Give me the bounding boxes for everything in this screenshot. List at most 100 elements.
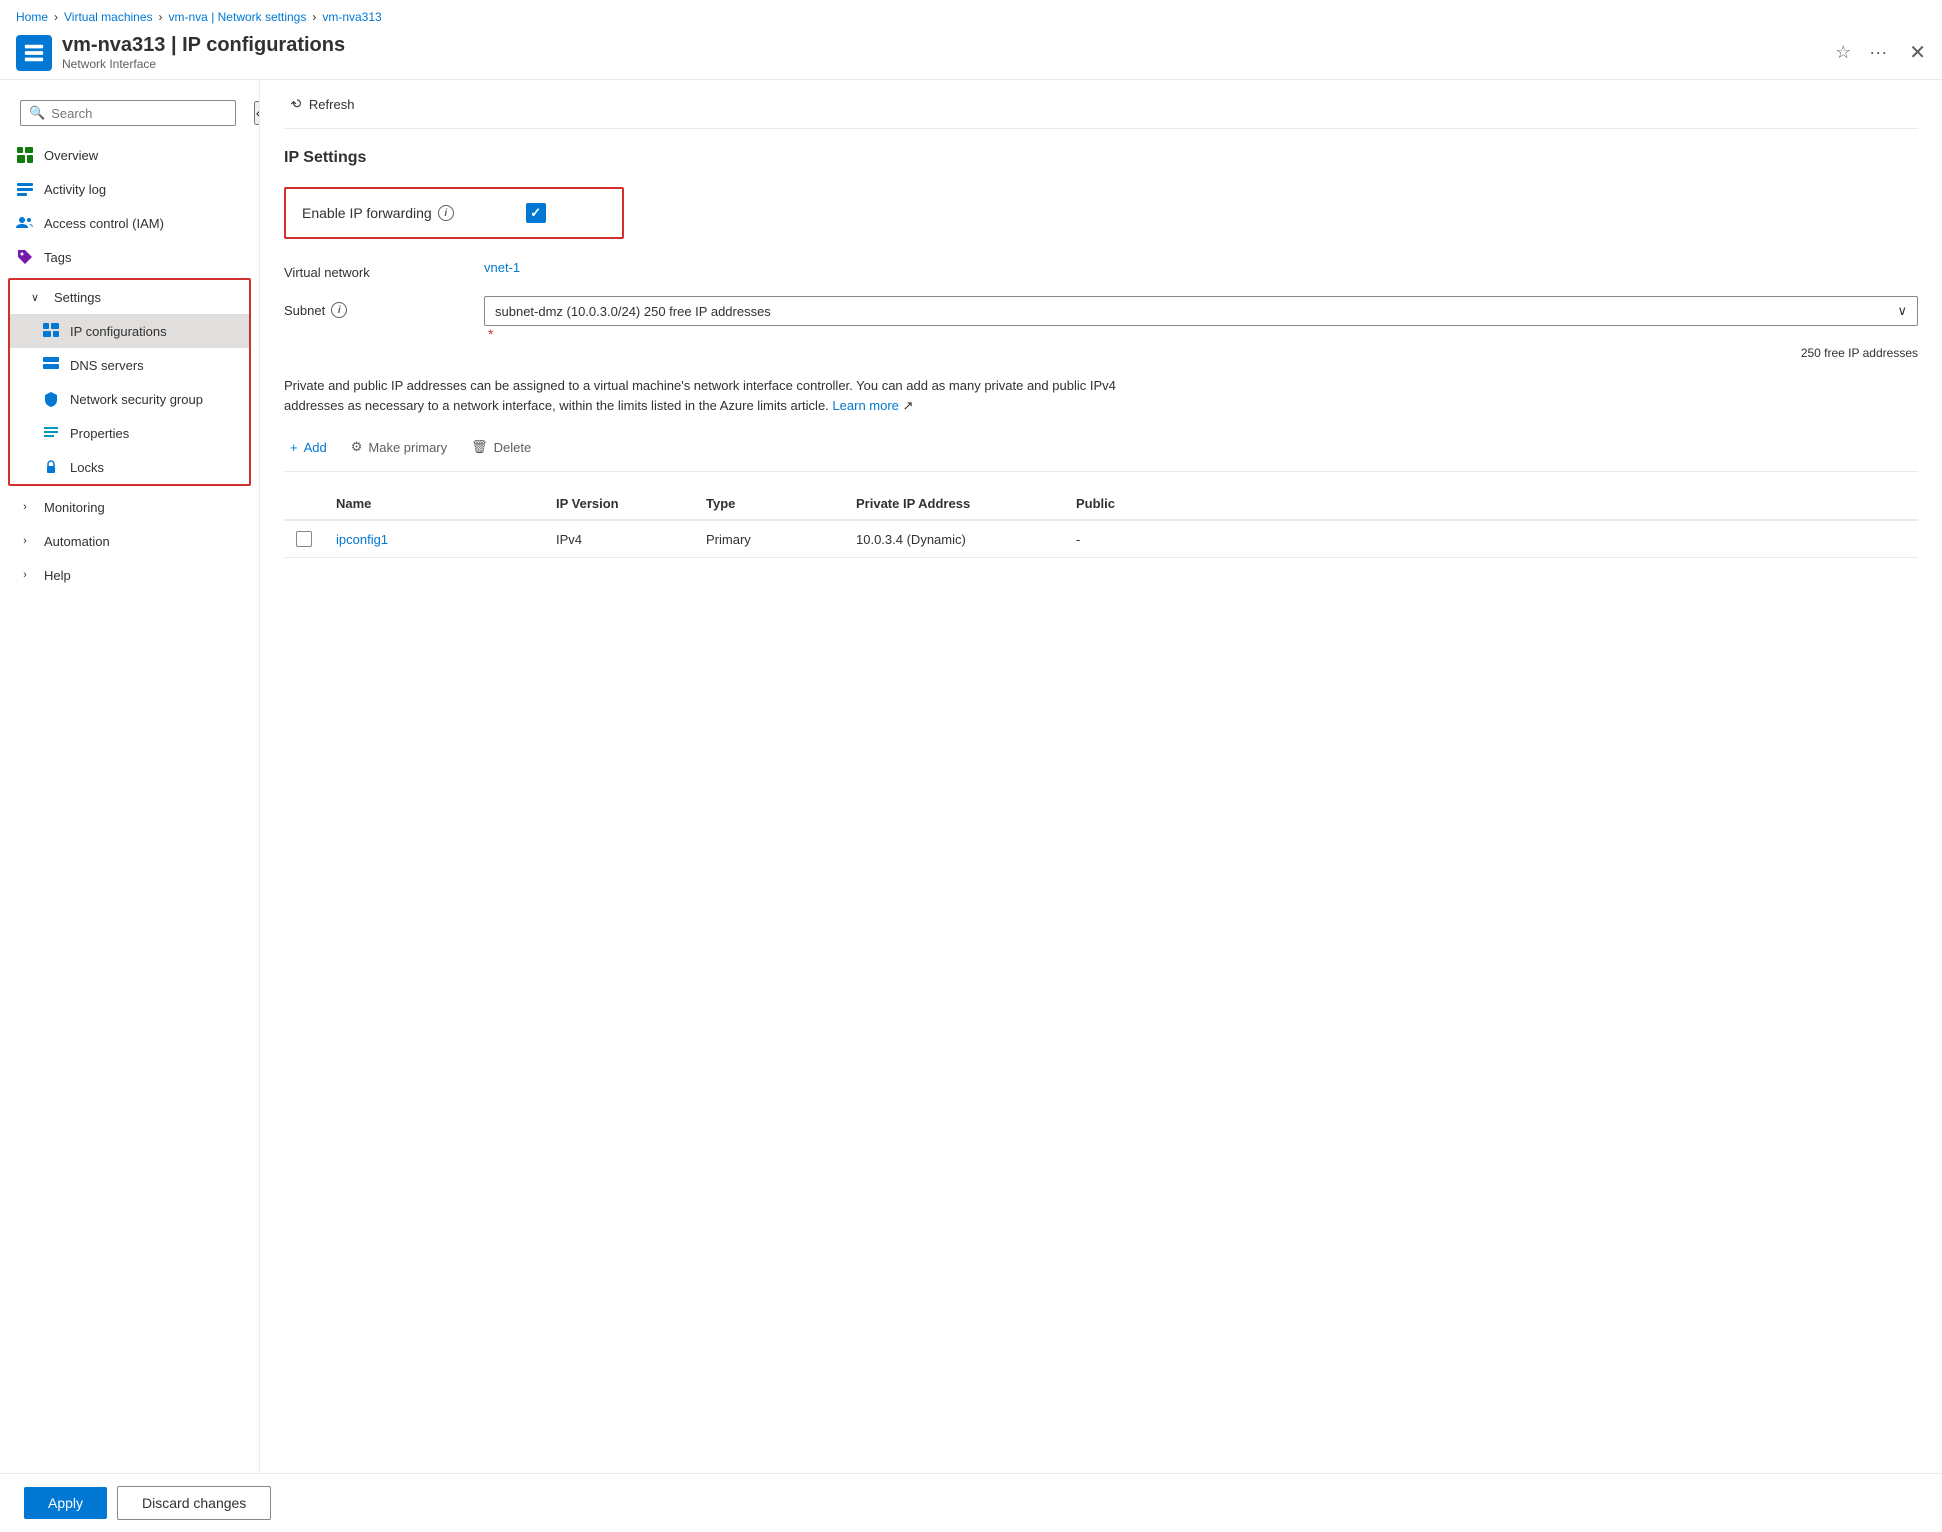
footer: Apply Discard changes (0, 1473, 1942, 1532)
search-icon: 🔍 (29, 105, 45, 121)
row-public-cell: - (1064, 522, 1164, 557)
toolbar: ↻ Refresh (284, 80, 1918, 129)
monitoring-label: Monitoring (44, 500, 105, 515)
row-private-ip-cell: 10.0.3.4 (Dynamic) (844, 522, 1064, 557)
subnet-dropdown[interactable]: subnet-dmz (10.0.3.0/24) 250 free IP add… (484, 296, 1918, 326)
col-type: Type (694, 488, 844, 519)
breadcrumb-network-settings[interactable]: vm-nva | Network settings (169, 10, 307, 24)
delete-label: Delete (494, 440, 532, 455)
delete-button[interactable]: 🗑 Delete (465, 435, 537, 459)
locks-icon (42, 458, 60, 476)
activity-log-icon (16, 180, 34, 198)
dns-servers-icon (42, 356, 60, 374)
virtual-network-row: Virtual network vnet-1 (284, 259, 1918, 280)
virtual-network-label: Virtual network (284, 259, 484, 280)
search-input[interactable] (51, 106, 227, 121)
automation-label: Automation (44, 534, 110, 549)
add-icon: + (290, 440, 298, 455)
activity-log-label: Activity log (44, 182, 106, 197)
ip-forwarding-text: Enable IP forwarding (302, 205, 432, 221)
sidebar-item-access-control[interactable]: Access control (IAM) (0, 206, 259, 240)
settings-group: ∨ Settings IP configurations (8, 278, 251, 486)
ip-configurations-icon (42, 322, 60, 340)
sidebar-item-properties[interactable]: Properties (10, 416, 249, 450)
dropdown-chevron-icon: ∨ (1897, 303, 1907, 319)
breadcrumb: Home › Virtual machines › vm-nva | Netwo… (0, 0, 1942, 30)
access-control-label: Access control (IAM) (44, 216, 164, 231)
nsg-icon (42, 390, 60, 408)
ip-forwarding-checkbox[interactable] (526, 203, 546, 223)
header-title-block: vm-nva313 | IP configurations Network In… (62, 34, 1831, 71)
apply-button[interactable]: Apply (24, 1487, 107, 1519)
access-control-icon (16, 214, 34, 232)
ip-forwarding-section: Enable IP forwarding i (284, 187, 624, 239)
description-main: Private and public IP addresses can be a… (284, 378, 1116, 413)
discard-button[interactable]: Discard changes (117, 1486, 271, 1520)
breadcrumb-current[interactable]: vm-nva313 (322, 10, 381, 24)
subnet-info-icon[interactable]: i (331, 302, 347, 318)
breadcrumb-home[interactable]: Home (16, 10, 48, 24)
breadcrumb-vms[interactable]: Virtual machines (64, 10, 153, 24)
ipconfig-link[interactable]: ipconfig1 (336, 532, 388, 547)
learn-more-link[interactable]: Learn more (832, 398, 898, 413)
header-actions: ☆ ··· ✕ (1831, 38, 1926, 67)
refresh-icon: ↻ (288, 94, 307, 113)
ip-forwarding-info-icon[interactable]: i (438, 205, 454, 221)
subnet-label: Subnet i (284, 296, 484, 318)
properties-icon (42, 424, 60, 442)
sidebar-item-dns-servers[interactable]: DNS servers (10, 348, 249, 382)
sidebar-item-network-security-group[interactable]: Network security group (10, 382, 249, 416)
subnet-value: subnet-dmz (10.0.3.0/24) 250 free IP add… (484, 296, 1918, 360)
resource-icon (16, 35, 52, 71)
table-header: Name IP Version Type Private IP Address … (284, 488, 1918, 521)
col-ip-version: IP Version (544, 488, 694, 519)
page-subtitle: Network Interface (62, 57, 1831, 71)
search-box[interactable]: 🔍 (20, 100, 236, 126)
make-primary-button[interactable]: ⚙ Make primary (345, 435, 453, 459)
tags-icon (16, 248, 34, 266)
refresh-button[interactable]: ↻ Refresh (284, 92, 362, 116)
sidebar-item-activity-log[interactable]: Activity log (0, 172, 259, 206)
nsg-label: Network security group (70, 392, 203, 407)
required-indicator: * (488, 326, 493, 342)
ip-forwarding-label: Enable IP forwarding i (302, 205, 454, 221)
sidebar-item-monitoring[interactable]: › Monitoring (0, 490, 259, 524)
sidebar-item-tags[interactable]: Tags (0, 240, 259, 274)
row-checkbox[interactable] (296, 531, 312, 547)
row-checkbox-cell[interactable] (284, 521, 324, 557)
row-type-cell: Primary (694, 522, 844, 557)
close-button[interactable]: ✕ (1909, 40, 1926, 65)
free-ip-note: 250 free IP addresses (484, 346, 1918, 360)
table-row: ipconfig1 IPv4 Primary 10.0.3.4 (Dynamic… (284, 521, 1918, 558)
subnet-selected-value: subnet-dmz (10.0.3.0/24) 250 free IP add… (495, 304, 771, 319)
page-header: vm-nva313 | IP configurations Network In… (0, 30, 1942, 80)
main-content: ↻ Refresh IP Settings Enable IP forwardi… (260, 80, 1942, 1473)
delete-icon: 🗑 (471, 439, 488, 455)
overview-icon (16, 146, 34, 164)
sidebar-item-settings[interactable]: ∨ Settings (10, 280, 249, 314)
description-text: Private and public IP addresses can be a… (284, 376, 1134, 415)
dns-servers-label: DNS servers (70, 358, 144, 373)
col-checkbox (284, 488, 324, 519)
more-options-button[interactable]: ··· (1865, 38, 1891, 67)
ip-table: Name IP Version Type Private IP Address … (284, 488, 1918, 558)
virtual-network-link[interactable]: vnet-1 (484, 260, 520, 275)
sidebar-item-locks[interactable]: Locks (10, 450, 249, 484)
add-button[interactable]: + Add (284, 436, 333, 459)
sidebar-item-help[interactable]: › Help (0, 558, 259, 592)
sidebar-item-overview[interactable]: Overview (0, 138, 259, 172)
automation-chevron-icon: › (16, 532, 34, 550)
sidebar-item-automation[interactable]: › Automation (0, 524, 259, 558)
favorite-button[interactable]: ☆ (1831, 38, 1855, 67)
properties-label: Properties (70, 426, 129, 441)
col-name: Name (324, 488, 544, 519)
page-title: vm-nva313 | IP configurations (62, 34, 1831, 57)
row-name-cell: ipconfig1 (324, 522, 544, 557)
section-title: IP Settings (284, 149, 1918, 167)
settings-label: Settings (54, 290, 101, 305)
settings-chevron-icon: ∨ (26, 288, 44, 306)
sidebar-item-ip-configurations[interactable]: IP configurations (10, 314, 249, 348)
row-ip-version-cell: IPv4 (544, 522, 694, 557)
help-chevron-icon: › (16, 566, 34, 584)
refresh-label: Refresh (309, 97, 355, 112)
